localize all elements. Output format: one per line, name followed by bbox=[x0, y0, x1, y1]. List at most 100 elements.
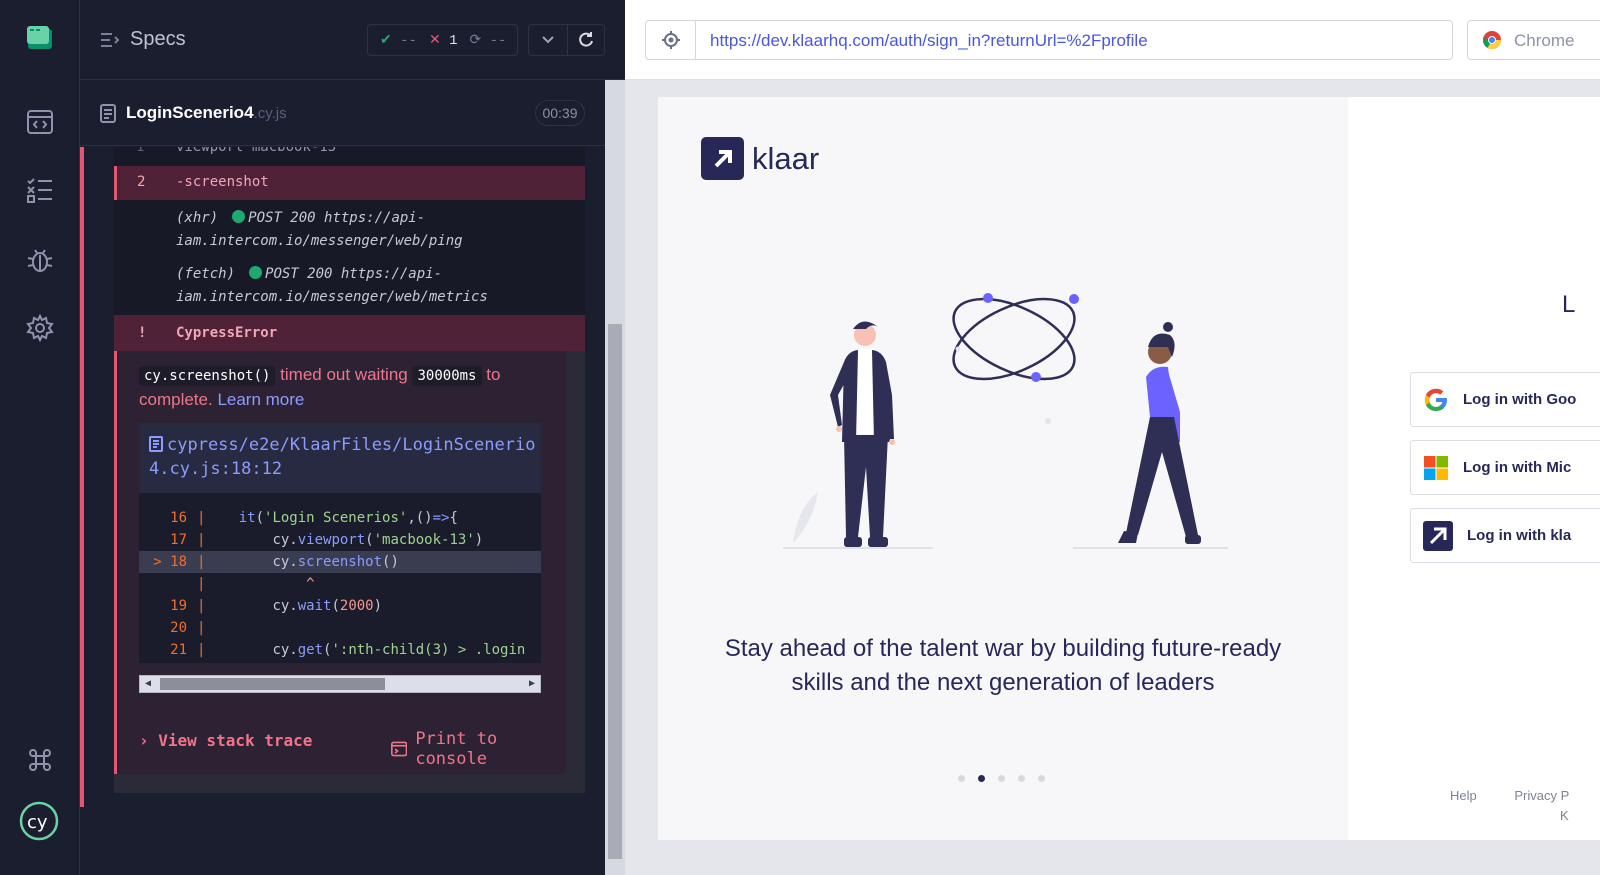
error-vertical-scrollbar[interactable] bbox=[566, 351, 585, 777]
code-line-number: 19 bbox=[170, 598, 187, 614]
url-bar: https://dev.klaarhq.com/auth/sign_in?ret… bbox=[625, 0, 1600, 80]
passed-count: ✔ -- bbox=[380, 32, 417, 49]
carousel-dot[interactable] bbox=[1038, 775, 1045, 782]
status-ok-dot bbox=[249, 266, 263, 279]
error-message: cy.screenshot() timed out waiting 30000m… bbox=[139, 365, 501, 409]
code-line-number: 16 bbox=[170, 510, 187, 526]
footer-links: Help Privacy P bbox=[1450, 788, 1600, 803]
code-line-number: 20 bbox=[170, 620, 187, 636]
code-source: cy.wait(2000) bbox=[272, 598, 383, 614]
selector-playground-icon[interactable] bbox=[646, 21, 696, 59]
login-hero: klaar Stay ahead of the talent war by bu… bbox=[658, 97, 1348, 840]
klaar-logo: klaar bbox=[701, 137, 819, 180]
url-text: https://dev.klaarhq.com/auth/sign_in?ret… bbox=[710, 31, 1148, 50]
failed-count: ✕ 1 bbox=[428, 32, 458, 49]
specs-title: Specs bbox=[130, 28, 186, 50]
login-google-button[interactable]: Log in with Goo bbox=[1410, 372, 1600, 427]
learn-more-link[interactable]: Learn more bbox=[217, 390, 304, 409]
code-line-number: > 18 bbox=[153, 554, 187, 570]
terminal-icon bbox=[391, 741, 408, 757]
reporter-panel: Specs ✔ -- ✕ 1 ⟳ -- LoginScenerio4.cy.js… bbox=[80, 0, 625, 875]
view-stack-trace-button[interactable]: › View stack trace bbox=[139, 731, 312, 750]
document-icon bbox=[149, 436, 163, 452]
status-ok-dot bbox=[232, 210, 246, 223]
debug-bug-icon[interactable] bbox=[22, 242, 58, 278]
aut-iframe: klaar Stay ahead of the talent war by bu… bbox=[658, 97, 1600, 840]
error-actions: › View stack trace Print to console bbox=[139, 727, 549, 769]
privacy-link[interactable]: Privacy P bbox=[1514, 788, 1569, 803]
command-fetch[interactable]: (fetch) POST 200 https://api-iam.intercom… bbox=[176, 263, 576, 309]
specs-header: Specs ✔ -- ✕ 1 ⟳ -- bbox=[80, 0, 625, 80]
settings-gear-icon[interactable] bbox=[22, 310, 58, 346]
code-line: 21 | cy.get(':nth-child(3) > .login bbox=[139, 639, 541, 661]
chevron-down-icon bbox=[542, 36, 554, 44]
footer-text: K bbox=[1560, 808, 1569, 823]
browser-selector[interactable]: Chrome bbox=[1467, 20, 1600, 60]
code-line-number: 21 bbox=[170, 642, 187, 658]
login-klaar-button[interactable]: Log in with kla bbox=[1410, 508, 1600, 563]
google-icon bbox=[1424, 388, 1447, 411]
carousel-dots[interactable] bbox=[958, 775, 1045, 782]
klaar-arrow-icon bbox=[701, 137, 744, 180]
specs-browser-icon[interactable] bbox=[22, 104, 58, 140]
error-code-frame: 16 | it('Login Scenerios',()=>{17 | cy.vie… bbox=[139, 493, 541, 663]
carousel-dot[interactable] bbox=[1018, 775, 1025, 782]
keyboard-shortcut-icon[interactable] bbox=[22, 742, 58, 778]
code-line: 16 | it('Login Scenerios',()=>{ bbox=[139, 507, 541, 529]
refresh-icon bbox=[579, 32, 593, 47]
team-illustration bbox=[783, 293, 1228, 549]
specs-toggle[interactable]: Specs bbox=[100, 28, 186, 51]
document-icon bbox=[100, 103, 116, 123]
code-frame-scrollbar[interactable]: ◀ ▶ bbox=[139, 675, 541, 693]
rerun-button[interactable] bbox=[567, 24, 605, 56]
code-source: cy.screenshot() bbox=[272, 554, 399, 570]
log-horizontal-scrollbar[interactable] bbox=[114, 774, 585, 793]
url-field[interactable]: https://dev.klaarhq.com/auth/sign_in?ret… bbox=[645, 20, 1453, 60]
login-panel: L Log in with Goo Log in with Mic Log in… bbox=[1348, 97, 1600, 840]
spec-duration: 00:39 bbox=[535, 100, 585, 126]
code-line-number: 17 bbox=[170, 532, 187, 548]
cypress-logo-icon[interactable]: cy bbox=[18, 800, 60, 842]
test-command-log: 1 viewport macbook-13 2 -screenshot (xhr… bbox=[80, 147, 605, 807]
spec-file-name[interactable]: LoginScenerio4.cy.js bbox=[100, 103, 287, 123]
command-xhr[interactable]: (xhr) POST 200 https://api-iam.intercom.i… bbox=[176, 207, 576, 253]
code-source: ^ bbox=[306, 576, 315, 592]
spec-file-row: LoginScenerio4.cy.js 00:39 bbox=[80, 82, 605, 146]
hero-tagline: Stay ahead of the talent war by building… bbox=[724, 635, 1282, 696]
code-source: it('Login Scenerios',()=>{ bbox=[238, 510, 458, 526]
carousel-dot[interactable] bbox=[958, 775, 965, 782]
expand-collapse-button[interactable] bbox=[528, 24, 568, 56]
carousel-dot[interactable] bbox=[978, 775, 985, 782]
runs-list-icon[interactable] bbox=[22, 172, 58, 208]
app-under-test: https://dev.klaarhq.com/auth/sign_in?ret… bbox=[625, 0, 1600, 875]
test-stats: ✔ -- ✕ 1 ⟳ -- bbox=[367, 24, 518, 56]
print-to-console-button[interactable]: Print to console bbox=[391, 729, 549, 769]
command-log: 1 viewport macbook-13 2 -screenshot (xhr… bbox=[114, 147, 585, 793]
code-source: cy.get(':nth-child(3) > .login bbox=[272, 642, 526, 658]
code-line: 20 | bbox=[139, 617, 541, 639]
reporter-scrollbar[interactable] bbox=[605, 80, 625, 875]
app-logo-icon[interactable] bbox=[22, 20, 58, 56]
klaar-icon bbox=[1423, 521, 1453, 551]
nav-rail: cy bbox=[0, 0, 80, 875]
code-line: 19 | cy.wait(2000) bbox=[139, 595, 541, 617]
pending-count: ⟳ -- bbox=[469, 32, 507, 49]
code-line: > 18 | cy.screenshot() bbox=[139, 551, 541, 573]
error-body: cy.screenshot() timed out waiting 30000m… bbox=[114, 351, 566, 777]
code-gutter: | bbox=[197, 620, 206, 636]
command-viewport[interactable]: 1 viewport macbook-13 bbox=[114, 147, 585, 157]
login-microsoft-button[interactable]: Log in with Mic bbox=[1410, 440, 1600, 495]
chrome-icon bbox=[1483, 31, 1501, 50]
code-source: cy.viewport('macbook-13') bbox=[272, 532, 484, 548]
carousel-dot[interactable] bbox=[998, 775, 1005, 782]
login-heading: L bbox=[1562, 291, 1576, 318]
failed-test-indicator bbox=[80, 147, 84, 807]
error-file-path[interactable]: cypress/e2e/KlaarFiles/LoginScenerio4.cy… bbox=[139, 423, 541, 493]
specs-menu-icon bbox=[101, 32, 120, 47]
error-header: ! CypressError bbox=[114, 315, 585, 351]
help-link[interactable]: Help bbox=[1450, 788, 1477, 803]
code-line: 17 | cy.viewport('macbook-13') bbox=[139, 529, 541, 551]
code-line: | ^ bbox=[139, 573, 541, 595]
command-screenshot[interactable]: 2 -screenshot bbox=[114, 166, 585, 200]
microsoft-icon bbox=[1424, 456, 1448, 480]
